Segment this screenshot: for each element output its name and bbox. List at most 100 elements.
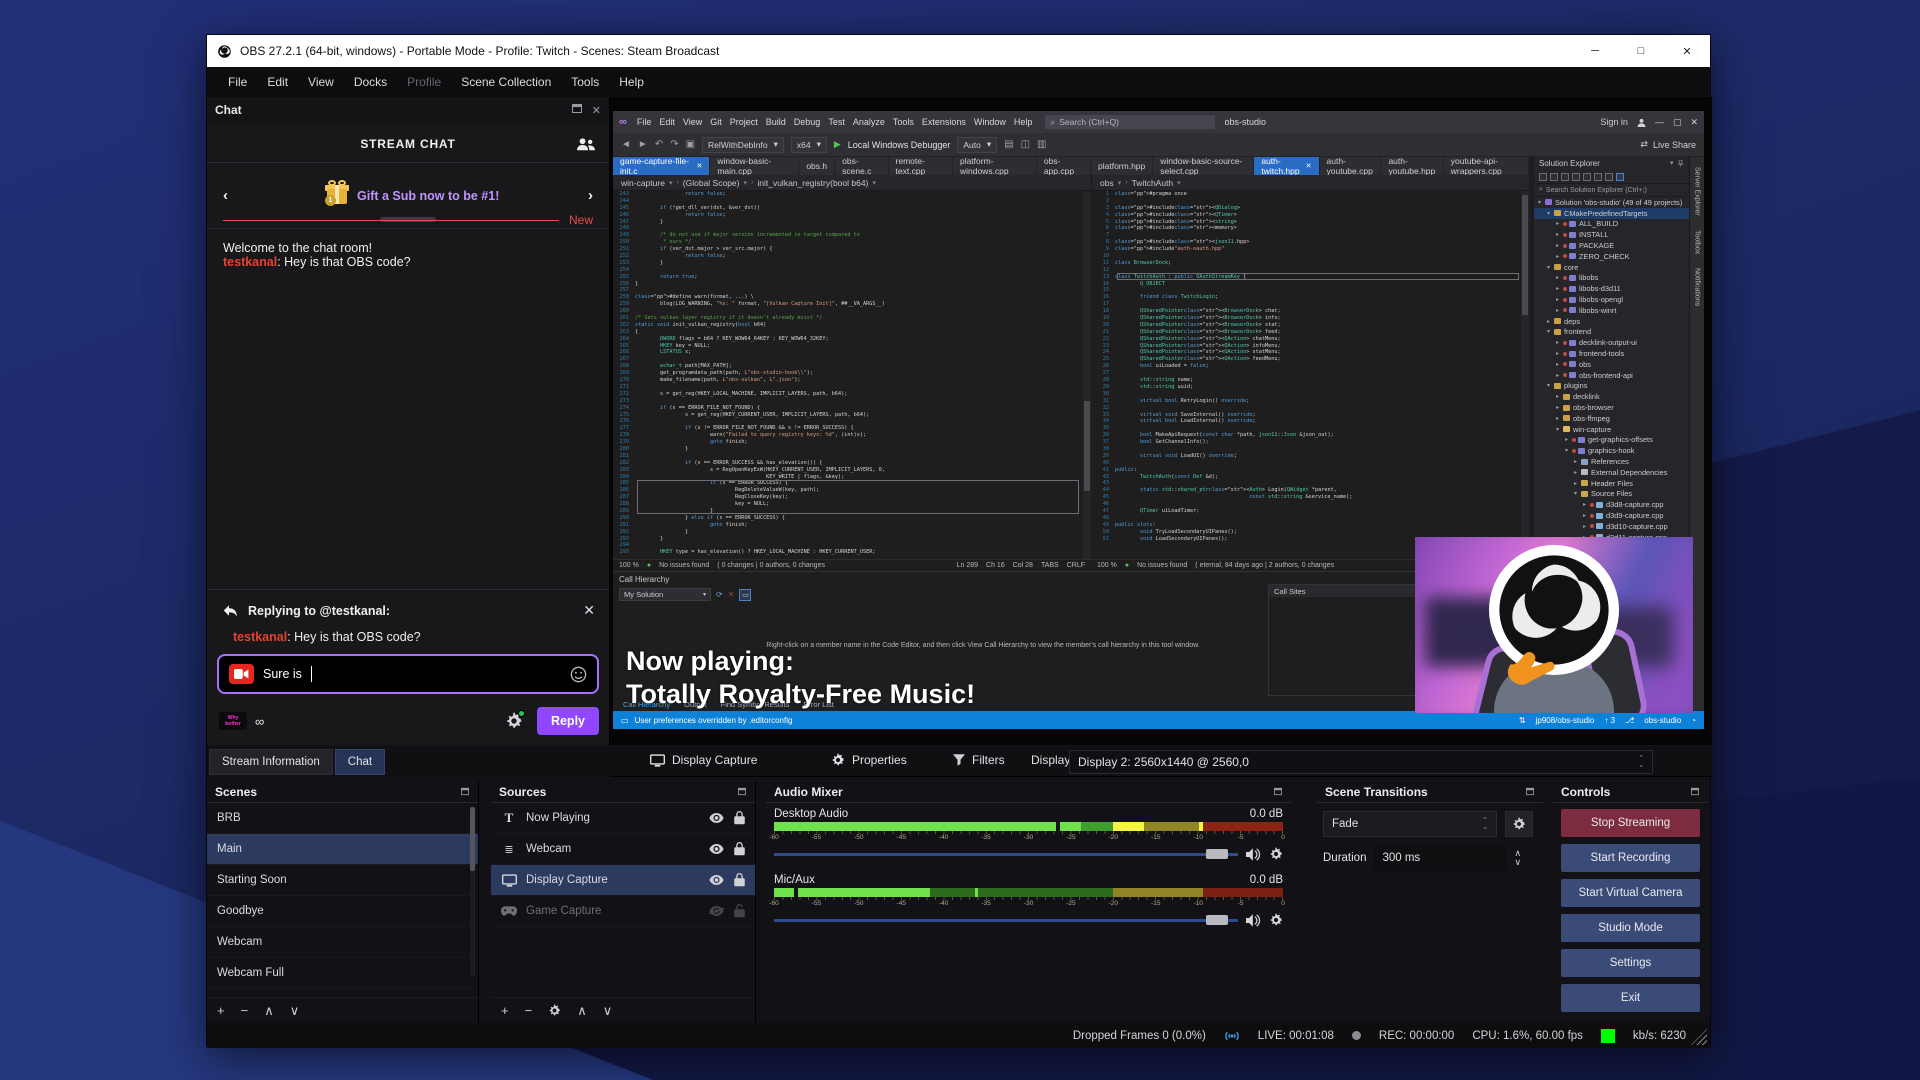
- tree-item[interactable]: ▾win-capture: [1534, 424, 1689, 435]
- transition-settings-button[interactable]: [1505, 811, 1533, 837]
- menu-item[interactable]: Docks: [345, 71, 396, 93]
- vs-menu-item[interactable]: Edit: [655, 115, 679, 129]
- lock-icon[interactable]: [734, 873, 745, 887]
- tree-item[interactable]: ▸ obs-browser: [1534, 402, 1689, 413]
- vs-editor-tab[interactable]: remote-text.cpp: [888, 157, 953, 175]
- gear-icon[interactable]: [1269, 913, 1283, 927]
- close-button[interactable]: ✕: [1664, 35, 1710, 67]
- menu-item[interactable]: Scene Collection: [452, 71, 560, 93]
- vs-editor-tab[interactable]: obs-scene.c: [835, 157, 889, 175]
- vs-menu-item[interactable]: View: [679, 115, 706, 129]
- scrollbar[interactable]: [1083, 191, 1091, 559]
- scene-item[interactable]: BRB: [207, 803, 478, 834]
- channel-emote-badge[interactable]: Why bother: [219, 712, 247, 730]
- dock-popout-icon[interactable]: [1691, 787, 1699, 796]
- tree-item[interactable]: ▸ deps: [1534, 316, 1689, 327]
- save-icon[interactable]: ▣: [686, 139, 695, 150]
- tree-item[interactable]: ▸References: [1534, 456, 1689, 467]
- tree-item[interactable]: ▸ get-graphics-offsets: [1534, 435, 1689, 446]
- vs-menu-item[interactable]: Window: [970, 115, 1010, 129]
- close-reply-icon[interactable]: ✕: [583, 602, 595, 619]
- tree-item[interactable]: ▸ obs-ffmpeg: [1534, 413, 1689, 424]
- vs-side-tab[interactable]: Toolbox: [1694, 230, 1701, 254]
- breadcrumb[interactable]: win-capture: [621, 178, 665, 188]
- scenes-tool-icon[interactable]: ∧: [264, 1003, 274, 1019]
- nav-back-icon[interactable]: ◄: [621, 139, 631, 150]
- preview-area[interactable]: ∞ File Edit View Git Project Build Debug Test An…: [610, 97, 1712, 745]
- exit-button[interactable]: Exit: [1561, 984, 1700, 1012]
- stop-streaming-button[interactable]: Stop Streaming: [1561, 809, 1700, 837]
- vs-editor-tab[interactable]: youtube-api-wrappers.cpp: [1443, 157, 1529, 175]
- vs-menu-item[interactable]: Analyze: [849, 115, 889, 129]
- speaker-icon[interactable]: [1246, 913, 1261, 927]
- scenes-tool-icon[interactable]: +: [217, 1003, 225, 1018]
- auto-dropdown[interactable]: Auto ▾: [957, 136, 998, 153]
- tree-item[interactable]: ▾ graphics-hook: [1534, 445, 1689, 456]
- visibility-icon[interactable]: [709, 844, 724, 854]
- scrollbar[interactable]: [1521, 191, 1529, 559]
- source-item[interactable]: T Now Playing: [491, 803, 755, 834]
- volume-slider[interactable]: [774, 914, 1238, 926]
- start-virtual-camera-button[interactable]: Start Virtual Camera: [1561, 879, 1700, 907]
- visibility-off-icon[interactable]: [709, 906, 724, 916]
- sources-tool-icon[interactable]: −: [525, 1003, 533, 1018]
- tree-item[interactable]: ▸External Dependencies: [1534, 467, 1689, 478]
- undo-icon[interactable]: ↶: [655, 139, 663, 150]
- title-bar[interactable]: OBS 27.2.1 (64-bit, windows) - Portable …: [207, 35, 1710, 67]
- run-icon[interactable]: ▶: [834, 139, 841, 150]
- vs-editor-tab[interactable]: window-basic-source-select.cpp: [1153, 157, 1255, 175]
- sources-tool-icon[interactable]: ∧: [577, 1003, 587, 1019]
- live-share-label[interactable]: Live Share: [1653, 140, 1696, 150]
- breadcrumb[interactable]: TwitchAuth: [1132, 178, 1174, 188]
- tree-item[interactable]: ▾ Solution 'obs-studio' (49 of 49 project…: [1534, 197, 1689, 208]
- zoom-level[interactable]: 100 %: [619, 562, 639, 569]
- explorer-tool-icon[interactable]: [1572, 172, 1580, 181]
- start-recording-button[interactable]: Start Recording: [1561, 844, 1700, 872]
- dock-close-icon[interactable]: ✕: [592, 104, 601, 117]
- explorer-tool-icon[interactable]: [1561, 172, 1569, 181]
- vs-editor-tab[interactable]: platform-windows.cpp: [952, 157, 1037, 175]
- tree-item[interactable]: ▾ CMakePredefinedTargets: [1534, 207, 1689, 219]
- debugger-label[interactable]: Local Windows Debugger: [848, 140, 951, 150]
- vs-side-tab[interactable]: Server Explorer: [1694, 167, 1701, 216]
- source-item[interactable]: ≣ Webcam: [491, 834, 755, 865]
- emote-picker-icon[interactable]: [570, 666, 587, 683]
- build-config-dropdown[interactable]: RelWithDebInfo ▾: [702, 136, 784, 153]
- chat-dock-titlebar[interactable]: Chat ✕: [207, 97, 609, 123]
- vs-menu-item[interactable]: Test: [824, 115, 849, 129]
- reply-button[interactable]: Reply: [536, 707, 599, 735]
- vs-menu-item[interactable]: Extensions: [918, 115, 970, 129]
- scene-item[interactable]: Goodbye: [207, 896, 478, 927]
- resize-grip[interactable]: [1691, 1029, 1707, 1045]
- breadcrumb[interactable]: obs: [1100, 178, 1114, 188]
- duration-spinner[interactable]: ∧ ∨: [1514, 849, 1521, 867]
- lock-icon[interactable]: [734, 842, 745, 856]
- scene-item[interactable]: Main: [207, 834, 478, 865]
- tree-item[interactable]: ▸ PACKAGE: [1534, 240, 1689, 251]
- tree-item[interactable]: ▾ plugins: [1534, 381, 1689, 392]
- tree-item[interactable]: ▾ core: [1534, 262, 1689, 273]
- visibility-icon[interactable]: [709, 813, 724, 823]
- git-repo[interactable]: jp908/obs-studio: [1536, 716, 1595, 725]
- dock-popout-icon[interactable]: [571, 103, 582, 113]
- toggle-view-icon[interactable]: ▭: [739, 588, 752, 601]
- maximize-button[interactable]: □: [1618, 35, 1664, 67]
- minimize-button[interactable]: ─: [1572, 35, 1618, 67]
- refresh-icon[interactable]: ⟳: [716, 590, 723, 599]
- vs-editor-tab[interactable]: game-capture-file-init.c ✕: [613, 157, 711, 175]
- vs-close-button[interactable]: ✕: [1690, 117, 1698, 128]
- explorer-tool-icon[interactable]: [1616, 172, 1624, 181]
- tree-item[interactable]: ▸ ZERO_CHECK: [1534, 251, 1689, 262]
- vs-editor-tab[interactable]: auth-youtube.cpp: [1319, 157, 1382, 175]
- explorer-tool-icon[interactable]: [1594, 172, 1602, 181]
- vs-editor-tab[interactable]: auth-youtube.hpp: [1381, 157, 1444, 175]
- publish-icon[interactable]: ⇅: [1519, 716, 1526, 725]
- pin-icon[interactable]: ▾: [1670, 159, 1674, 169]
- banner-next-icon[interactable]: ›: [588, 187, 593, 204]
- pin-icon[interactable]: 푸: [1678, 159, 1684, 169]
- sources-tool-icon[interactable]: +: [501, 1003, 509, 1018]
- redo-icon[interactable]: ↷: [670, 139, 678, 150]
- explorer-tool-icon[interactable]: [1539, 172, 1547, 181]
- platform-dropdown[interactable]: x64 ▾: [790, 136, 827, 153]
- sources-tool-icon[interactable]: ∨: [603, 1003, 613, 1019]
